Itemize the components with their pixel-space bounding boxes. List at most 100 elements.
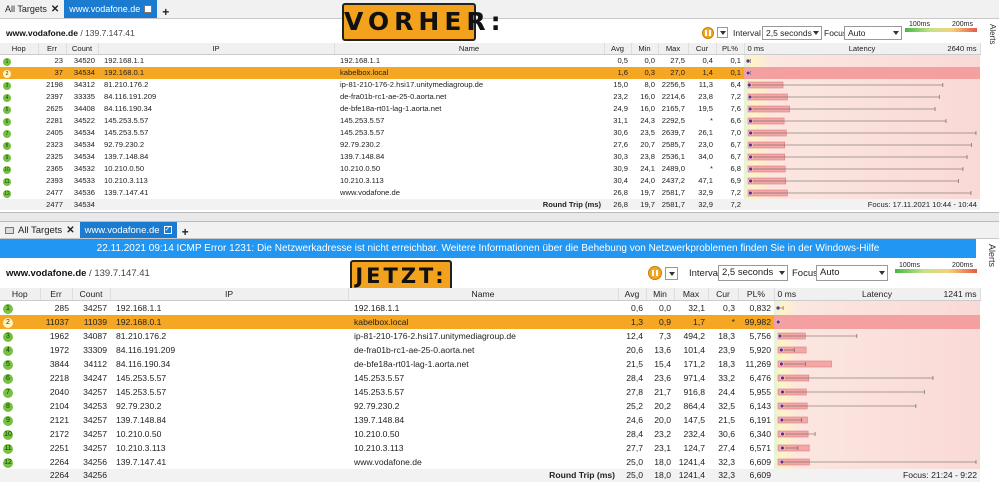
avg-cell: 26,8 [613, 188, 628, 197]
latency-graph-cell [774, 314, 980, 329]
table-row[interactable]: 3 2198 34312 81.210.176.2 ip-81-210-176-2.hs… [0, 78, 980, 91]
table-row[interactable]: 2 11037 11039 192.168.0.1 kabelbox.local 1,3 0… [0, 314, 980, 329]
col-ip[interactable]: IP [110, 288, 349, 301]
table-row[interactable]: 8 2104 34253 92.79.230.2 92.79.230.2 25,2 20,2… [0, 398, 980, 413]
col-cur[interactable]: Cur [708, 288, 739, 301]
close-icon[interactable]: ✕ [51, 4, 59, 15]
min-cell: 19,7 [640, 188, 655, 197]
col-cur[interactable]: Cur [688, 43, 717, 55]
col-count[interactable]: Count [66, 43, 99, 55]
table-row[interactable]: 6 2281 34522 145.253.5.57 145.253.5.57 31,1 24… [0, 114, 980, 127]
pause-button[interactable] [648, 266, 678, 280]
cur-cell: 0,4 [702, 56, 713, 65]
avg-cell: 31,1 [613, 116, 628, 125]
ip-cell: 10.210.0.50 [104, 164, 145, 173]
avg-cell: 24,6 [626, 414, 643, 425]
table-row[interactable]: 7 2040 34257 145.253.5.57 145.253.5.57 27,8 21… [0, 384, 980, 399]
table-row[interactable]: 5 3844 34112 84.116.190.34 de-bfe18a-rt01-la… [0, 356, 980, 371]
col-max[interactable]: Max [674, 288, 709, 301]
latency-graph [775, 305, 784, 310]
table-row[interactable]: 12 2477 34536 139.7.147.41 www.vodafone.de 26… [0, 186, 980, 199]
cur-cell: 1,4 [688, 66, 716, 79]
col-name[interactable]: Name [348, 288, 619, 301]
avg-point [748, 154, 753, 159]
alerts-tab[interactable]: Alerts [988, 24, 997, 44]
tab-checkbox-icon[interactable] [144, 5, 153, 13]
table-row[interactable]: 1 23 34520 192.168.1.1 192.168.1.1 0,5 0,0 27,5… [0, 54, 980, 67]
table-row[interactable]: 10 2365 34532 10.210.0.50 10.210.0.50 30,9 24,… [0, 162, 980, 175]
table-row[interactable]: 11 2251 34257 10.210.3.113 10.210.3.113 27,7 2… [0, 440, 980, 455]
table-row[interactable]: 2 37 34534 192.168.0.1 kabelbox.local 1,6 0,3 2… [0, 66, 980, 79]
col-err[interactable]: Err [38, 43, 67, 55]
table-row[interactable]: 5 2625 34408 84.116.190.34 de-bfe18a-rt01-la… [0, 102, 980, 115]
table-row[interactable]: 7 2405 34534 145.253.5.57 145.253.5.57 30,6 23… [0, 126, 980, 139]
col-ip[interactable]: IP [98, 43, 335, 55]
ip-cell: 10.210.0.50 [116, 428, 162, 439]
pause-menu-button[interactable] [717, 27, 728, 38]
alerts-tab[interactable]: Alerts [987, 244, 997, 267]
col-avg[interactable]: Avg [604, 43, 632, 55]
col-avg[interactable]: Avg [618, 288, 647, 301]
latency-graph-cell [774, 328, 980, 343]
latency-graph-cell [744, 186, 980, 199]
table-row[interactable]: 6 2218 34247 145.253.5.57 145.253.5.57 28,4 23… [0, 370, 980, 385]
focus-select[interactable]: Auto [816, 265, 888, 281]
summary-pl: 7,2 [716, 198, 744, 210]
table-row[interactable]: 4 2397 33335 84.116.191.209 de-fra01b-rc1-ae… [0, 90, 980, 103]
col-count[interactable]: Count [72, 288, 111, 301]
latency-legend: 100ms 200ms [905, 21, 977, 32]
targets-icon [5, 226, 14, 234]
table-row[interactable]: 4 1972 33309 84.116.191.209 de-fra01b-rc1-ae… [0, 342, 980, 357]
col-latency[interactable]: 0 ms Latency 2640 ms [744, 43, 981, 55]
avg-cell: 21,5 [626, 358, 643, 369]
table-row[interactable]: 1 285 34257 192.168.1.1 192.168.1.1 0,6 0,0 32,… [0, 300, 980, 315]
latency-graph [777, 416, 808, 423]
error-notification[interactable]: 22.11.2021 09:14 ICMP Error 1231: Die Ne… [0, 239, 976, 258]
col-min[interactable]: Min [631, 43, 659, 55]
table-row[interactable]: 12 2264 34256 139.7.147.41 www.vodafone.de 25… [0, 454, 980, 469]
max-cell: 2292,5 [661, 116, 685, 125]
latency-graph [747, 189, 972, 196]
err-cell: 285 [54, 302, 69, 313]
col-hop[interactable]: Hop [0, 43, 39, 55]
summary-cur: 32,3 [708, 468, 738, 482]
count-cell: 34253 [83, 400, 107, 411]
latency-graph-cell [744, 90, 980, 103]
check-icon[interactable]: ✓ [163, 226, 172, 234]
table-row[interactable]: 8 2323 34534 92.79.230.2 92.79.230.2 27,6 20,7… [0, 138, 980, 151]
table-row[interactable]: 3 1962 34087 81.210.176.2 ip-81-210-176-2.hs… [0, 328, 980, 343]
panel-before: All Targets ✕ www.vodafone.de + VORHER: … [0, 0, 999, 212]
add-tab-icon[interactable]: + [157, 6, 174, 18]
close-icon[interactable]: ✕ [66, 225, 74, 236]
col-hop[interactable]: Hop [0, 288, 41, 301]
table-row[interactable]: 9 2121 34257 139.7.148.84 139.7.148.84 24,6 20… [0, 412, 980, 427]
cur-cell: 24,4 [718, 386, 735, 397]
col-max[interactable]: Max [658, 43, 689, 55]
tab-vodafone[interactable]: www.vodafone.de [64, 0, 158, 18]
splitter[interactable] [0, 212, 999, 222]
table-row[interactable]: 11 2393 34533 10.210.3.113 10.210.3.113 30,4 2… [0, 174, 980, 187]
pause-button[interactable] [702, 26, 728, 39]
col-name[interactable]: Name [334, 43, 605, 55]
add-tab-icon[interactable]: + [177, 226, 194, 238]
focus-select[interactable]: Auto [844, 25, 902, 40]
interval-select[interactable]: 2,5 seconds [718, 265, 788, 281]
hop-badge: 9 [3, 415, 13, 426]
table-row[interactable]: 9 2325 34534 139.7.148.84 139.7.148.84 30,3 23… [0, 150, 980, 163]
min-cell: 15,4 [654, 358, 671, 369]
avg-point [779, 459, 785, 464]
col-err[interactable]: Err [40, 288, 73, 301]
tab-all-targets[interactable]: All Targets ✕ [0, 222, 80, 238]
col-latency[interactable]: 0 ms Latency 1241 ms [774, 288, 981, 301]
latency-graph-cell [774, 356, 980, 371]
table-row[interactable]: 10 2172 34257 10.210.0.50 10.210.0.50 28,4 23,… [0, 426, 980, 441]
tab-all-targets[interactable]: All Targets ✕ [0, 0, 64, 18]
tab-vodafone[interactable]: www.vodafone.de ✓ [79, 222, 177, 238]
interval-select[interactable]: 2,5 seconds [762, 25, 822, 40]
summary-count: 34534 [66, 198, 98, 210]
col-min[interactable]: Min [646, 288, 675, 301]
pause-menu-button[interactable] [665, 266, 678, 280]
name-cell: ip-81-210-176-2.hsi17.unitymediagroup.de [340, 80, 484, 89]
col-pl[interactable]: PL% [738, 288, 775, 301]
col-pl[interactable]: PL% [716, 43, 745, 55]
